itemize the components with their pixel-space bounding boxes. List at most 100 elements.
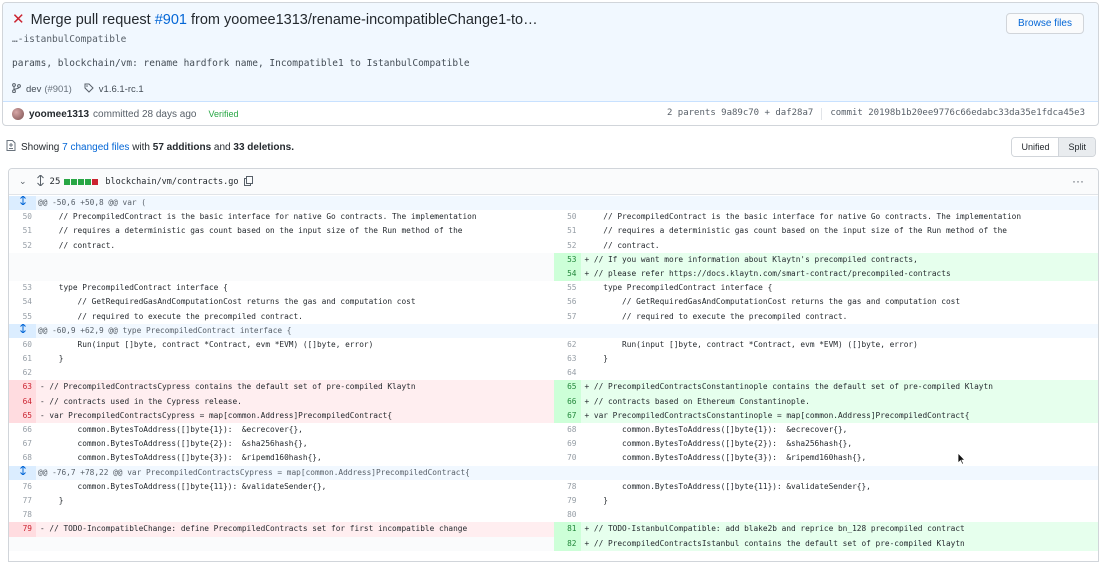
avatar[interactable] <box>12 108 24 120</box>
line-number[interactable]: 62 <box>9 366 36 380</box>
line-number[interactable]: 53 <box>9 281 36 295</box>
line-number[interactable] <box>9 536 36 551</box>
line-number[interactable]: 52 <box>9 239 36 253</box>
line-number[interactable]: 81 <box>553 522 581 537</box>
diffstat-bars <box>64 178 99 185</box>
line-number[interactable]: 64 <box>554 366 581 380</box>
line-number[interactable]: 54 <box>553 266 581 282</box>
chevron-down-icon[interactable]: ⌄ <box>19 176 27 187</box>
line-number[interactable]: 61 <box>9 352 36 366</box>
kebab-menu-icon[interactable]: ··· <box>1072 174 1084 188</box>
line-number[interactable]: 67 <box>553 408 581 423</box>
line-number[interactable]: 60 <box>9 338 36 352</box>
line-number[interactable]: 80 <box>554 508 581 522</box>
line-number[interactable]: 63 <box>554 352 581 366</box>
pr-link[interactable]: #901 <box>155 12 187 28</box>
line-number[interactable]: 68 <box>554 423 581 437</box>
code-line: // PrecompiledContract is the basic inte… <box>40 212 477 222</box>
line-number[interactable]: 50 <box>9 210 36 224</box>
x-icon[interactable]: ✕ <box>12 11 25 29</box>
line-number[interactable] <box>9 252 36 267</box>
diff-row: 79 - // TODO-IncompatibleChange: define P… <box>9 522 1098 537</box>
right-side: 62 Run(input []byte, contract *Contract,… <box>554 338 1099 352</box>
browse-files-button[interactable]: Browse files <box>1006 13 1084 34</box>
branch-pr[interactable]: (#901) <box>44 84 71 95</box>
line-number[interactable]: 77 <box>9 494 36 508</box>
line-number[interactable]: 52 <box>554 239 581 253</box>
copy-icon[interactable] <box>244 175 254 188</box>
diff-row: 53 type PrecompiledContract interface { 5… <box>9 281 1098 295</box>
line-number[interactable]: 64 <box>9 394 36 409</box>
diff-row: 63 - // PrecompiledContractsCypress conta… <box>9 380 1098 395</box>
parent-2-link[interactable]: daf28a7 <box>775 108 813 120</box>
code-line: type PrecompiledContract interface { <box>40 283 228 293</box>
line-number[interactable]: 57 <box>554 310 581 324</box>
changed-files-link[interactable]: 7 changed files <box>62 142 129 153</box>
expand-icon[interactable] <box>36 174 45 188</box>
diffstat-bar <box>92 178 99 185</box>
line-number[interactable] <box>9 266 36 282</box>
line-number[interactable]: 63 <box>9 380 36 395</box>
line-number[interactable]: 65 <box>9 408 36 423</box>
line-number[interactable]: 51 <box>554 224 581 238</box>
expand-hunk-icon[interactable] <box>9 465 36 480</box>
diffstat-bar <box>78 178 85 185</box>
line-number[interactable]: 78 <box>554 480 581 494</box>
line-number[interactable]: 65 <box>553 380 581 395</box>
line-number[interactable]: 67 <box>9 437 36 451</box>
line-number[interactable]: 79 <box>9 522 36 537</box>
line-number[interactable]: 69 <box>554 437 581 451</box>
left-side: 62 <box>9 366 554 380</box>
tag-icon <box>84 83 94 96</box>
line-number[interactable]: 66 <box>9 423 36 437</box>
left-side: 79 - // TODO-IncompatibleChange: define P… <box>9 522 554 537</box>
right-side: 82 + // PrecompiledContractsIstanbul cont… <box>553 536 1098 551</box>
parent-1-link[interactable]: 9a89c70 <box>721 108 759 120</box>
expand-hunk-icon[interactable] <box>9 196 36 211</box>
author-link[interactable]: yoomee1313 <box>29 109 89 120</box>
line-number[interactable]: 55 <box>9 310 36 324</box>
line-number[interactable]: 79 <box>554 494 581 508</box>
right-side: 52 // contract. <box>554 239 1099 253</box>
code-line: + // PrecompiledContractsIstanbul contai… <box>584 538 965 548</box>
diff-row: 54 // GetRequiredGasAndComputationCost r… <box>9 295 1098 309</box>
commit-title-row: ✕ Merge pull request #901 from yoomee131… <box>12 11 538 29</box>
tag-item[interactable]: v1.6.1-rc.1 <box>84 83 144 96</box>
code-line: + // PrecompiledContractsConstantinople … <box>584 382 993 392</box>
expand-hunk-icon[interactable] <box>9 323 36 338</box>
line-number[interactable]: 53 <box>553 252 581 267</box>
split-button[interactable]: Split <box>1058 138 1095 156</box>
file-path[interactable]: blockchain/vm/contracts.go <box>105 177 238 187</box>
tag-name: v1.6.1-rc.1 <box>98 84 144 95</box>
summary-and: and <box>213 141 231 153</box>
line-number[interactable]: 76 <box>9 480 36 494</box>
line-number[interactable]: 54 <box>9 295 36 309</box>
line-number[interactable]: 66 <box>553 394 581 409</box>
code-line: - // TODO-IncompatibleChange: define Pre… <box>40 524 468 534</box>
line-number[interactable]: 50 <box>554 210 581 224</box>
branch-name[interactable]: dev <box>26 84 41 95</box>
line-number[interactable]: 68 <box>9 451 36 465</box>
left-side: 55 // required to execute the precompile… <box>9 310 554 324</box>
code-line: - // PrecompiledContractsCypress contain… <box>40 382 416 392</box>
line-number[interactable]: 51 <box>9 224 36 238</box>
line-number[interactable]: 55 <box>554 281 581 295</box>
line-number[interactable]: 82 <box>553 536 581 551</box>
unified-button[interactable]: Unified <box>1012 138 1059 156</box>
line-number[interactable]: 62 <box>554 338 581 352</box>
left-side: 65 - var PrecompiledContractsCypress = ma… <box>9 408 554 423</box>
code-line: // GetRequiredGasAndComputationCost retu… <box>584 297 961 307</box>
title-suffix: from yoomee1313/rename-incompatibleChang… <box>186 12 538 28</box>
line-number[interactable]: 70 <box>554 451 581 465</box>
diff-row: 53 + // If you want more information abou… <box>9 252 1098 267</box>
line-number[interactable]: 78 <box>9 508 36 522</box>
line-number[interactable]: 56 <box>554 295 581 309</box>
commit-hash[interactable]: 20198b1b20ee9776c66edabc33da35e1fdca45e3 <box>868 108 1085 120</box>
author-row: yoomee1313 committed 28 days ago Verifie… <box>3 102 1098 126</box>
verified-badge[interactable]: Verified <box>204 108 242 120</box>
